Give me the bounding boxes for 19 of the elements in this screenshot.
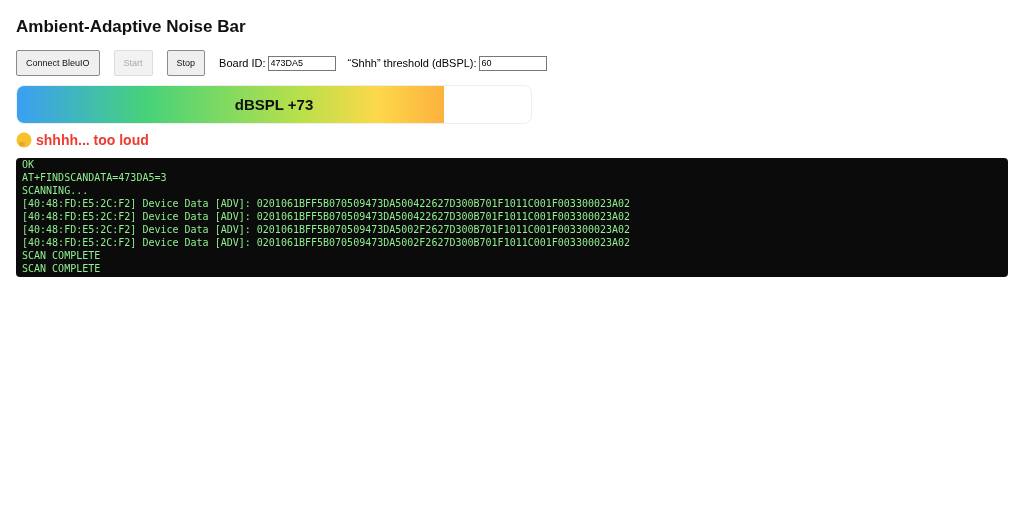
log-line: AT+FINDSCANDATA=473DA5=3 <box>22 171 168 184</box>
page-title: Ambient-Adaptive Noise Bar <box>16 16 247 36</box>
log-line: [40:48:FD:E5:2C:F2] Device Data [ADV]: 0201061BFF5B070509473DA500422627D300B701F1011C001F003300023A02 <box>22 197 632 210</box>
field-label: “Shhh” threshold (dBSPL): <box>347 57 477 69</box>
log-line: SCAN COMPLETE <box>22 249 102 262</box>
action-button[interactable]: Stop <box>166 50 206 76</box>
log-line: [40:48:FD:E5:2C:F2] Device Data [ADV]: 0201061BFF5B070509473DA5002F2627D300B701F1011C001F003300023A02 <box>22 236 632 249</box>
meter-reading: dBSPL +73 <box>234 96 314 113</box>
log-line: [40:48:FD:E5:2C:F2] Device Data [ADV]: 0201061BFF5B070509473DA500422627D300B701F1011C001F003300023A02 <box>22 210 632 223</box>
field-label: Board ID: <box>219 57 266 69</box>
alert-text: shhhh... too loud <box>36 132 149 148</box>
input-field[interactable]: 60 <box>478 55 547 71</box>
input-field[interactable]: 473DA5 <box>267 55 336 71</box>
action-button[interactable]: Connect BleuIO <box>16 50 100 76</box>
log-line: SCANNING... <box>22 184 90 197</box>
log-line: OK <box>22 158 36 171</box>
log-line: SCAN COMPLETE <box>22 262 102 275</box>
log-line: [40:48:FD:E5:2C:F2] Device Data [ADV]: 0201061BFF5B070509473DA5002F2627D300B701F1011C001F003300023A02 <box>22 223 632 236</box>
emoji-icon <box>16 132 32 148</box>
